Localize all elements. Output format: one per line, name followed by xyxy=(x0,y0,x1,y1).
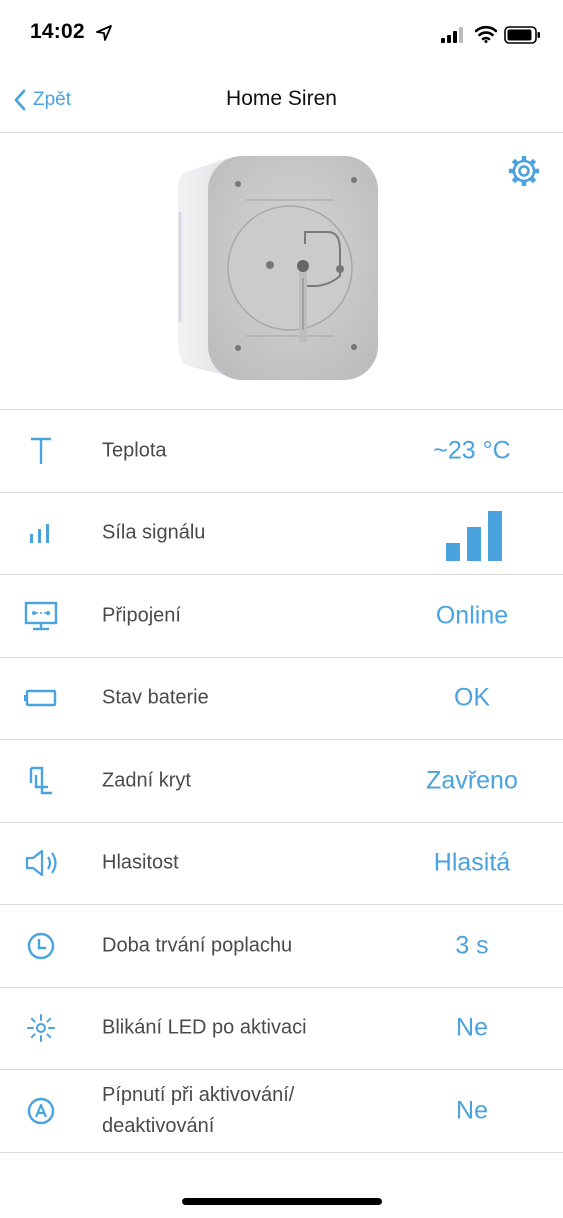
row-value: OK xyxy=(453,683,491,712)
home-indicator xyxy=(182,1198,382,1205)
signal-bar xyxy=(488,510,502,561)
row-alarm-duration: Doba trvání poplachu 3 s xyxy=(0,905,563,988)
device-image xyxy=(178,156,378,380)
connection-monitor-icon xyxy=(20,598,62,634)
row-value: 3 s xyxy=(455,931,489,960)
row-label: Blikání LED po aktivaci xyxy=(102,1016,307,1039)
page-title: Home Siren xyxy=(226,87,337,110)
row-connection: Připojení Online xyxy=(0,575,563,658)
row-value: Zavřeno xyxy=(426,766,518,795)
row-label: Teplota xyxy=(102,439,167,462)
row-value: Ne xyxy=(456,1013,488,1042)
status-time: 14:02 xyxy=(30,20,85,43)
row-volume: Hlasitost Hlasitá xyxy=(0,823,563,905)
row-value: ~23 °C xyxy=(433,436,511,465)
cellular-signal-icon xyxy=(441,27,463,43)
navigation-bar: Zpět Home Siren xyxy=(0,66,563,133)
device-header xyxy=(0,134,563,410)
row-arming-beep: Pípnutí při aktivování/ deaktivování Ne xyxy=(0,1070,563,1153)
row-value: Hlasitá xyxy=(433,848,511,877)
signal-strength-indicator xyxy=(446,510,502,561)
row-value: Ne xyxy=(456,1096,488,1125)
row-back-cover: Zadní kryt Zavřeno xyxy=(0,740,563,823)
row-led-blinking: Blikání LED po aktivaci Ne xyxy=(0,988,563,1070)
row-value: Online xyxy=(435,601,509,630)
row-signal-strength: Síla signálu xyxy=(0,493,563,575)
row-label: Připojení xyxy=(102,604,181,627)
row-label: Zadní kryt xyxy=(102,769,191,792)
location-arrow-icon xyxy=(96,25,112,41)
signal-bar xyxy=(467,526,481,561)
lid-icon xyxy=(20,763,62,799)
row-label: Stav baterie xyxy=(102,686,209,709)
row-label: Síla signálu xyxy=(102,521,206,544)
clock-icon xyxy=(20,928,62,964)
row-label: Pípnutí při aktivování/ deaktivování xyxy=(102,1083,295,1137)
gear-icon[interactable] xyxy=(507,154,541,188)
speaker-icon xyxy=(20,845,62,881)
device-properties-list: Teplota ~23 °C Síla signálu Připojení On… xyxy=(0,410,563,1153)
battery-status-icon xyxy=(504,26,540,44)
status-bar: 14:02 xyxy=(0,0,563,66)
wifi-icon xyxy=(475,25,497,43)
battery-icon xyxy=(20,680,62,716)
row-temperature: Teplota ~23 °C xyxy=(0,410,563,493)
row-label: Hlasitost xyxy=(102,851,179,874)
arming-beep-icon xyxy=(20,1093,62,1129)
row-label: Doba trvání poplachu xyxy=(102,934,293,957)
signal-bar xyxy=(446,542,460,561)
signal-bars-icon xyxy=(20,515,62,551)
led-flash-icon xyxy=(20,1010,62,1046)
row-battery: Stav baterie OK xyxy=(0,658,563,740)
thermometer-t-icon xyxy=(20,433,62,469)
